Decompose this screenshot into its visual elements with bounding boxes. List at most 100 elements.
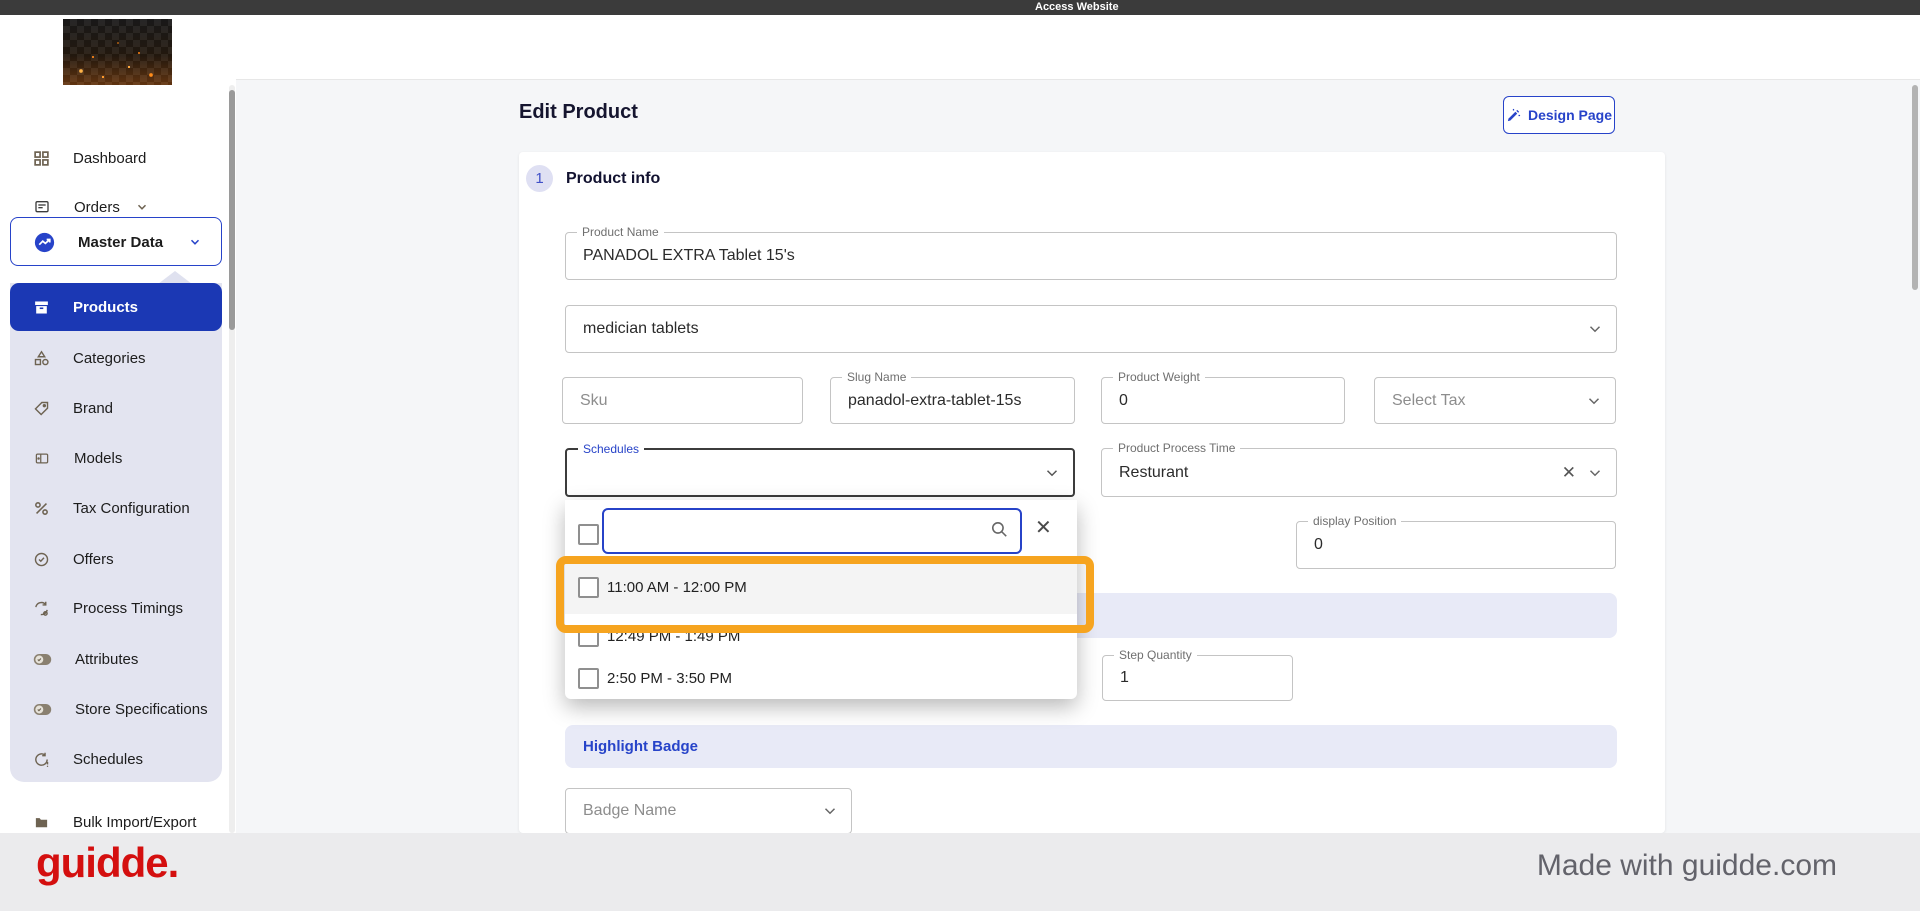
chevron-down-icon [1588,397,1600,404]
chevron-down-icon [1589,326,1601,333]
schedule-update-icon [35,752,49,767]
app-header [0,15,1920,80]
display-position-value: 0 [1314,536,1323,553]
design-page-label: Design Page [1527,107,1613,123]
chevron-down-icon [137,204,146,210]
product-weight-field[interactable]: Product Weight 0 [1101,370,1345,424]
sidebar-item-label: Brand [73,399,114,417]
models-icon [35,453,49,463]
process-time-value: Resturant [1119,463,1189,481]
step-title: Product info [566,170,661,187]
products-icon [35,300,48,314]
brand-tag-icon [34,401,49,416]
browser-topbar: Access Website [0,0,1920,15]
sku-field[interactable]: Sku [562,377,803,424]
badge-name-placeholder: Badge Name [583,802,677,819]
select-tax-placeholder: Select Tax [1392,391,1466,409]
display-position-field[interactable]: display Position 0 [1296,514,1616,569]
toggle-icon [33,703,52,715]
step-quantity-value: 1 [1120,669,1129,686]
offer-badge-icon [34,552,49,566]
sidebar-item-label: Dashboard [73,149,147,167]
percent-icon [35,501,48,515]
chevron-down-icon [1589,469,1601,476]
schedules-search-input[interactable] [602,508,1022,554]
sidebar-item-label: Master Data [78,233,164,251]
highlight-badge-section: Highlight Badge [565,725,1617,768]
schedules-dropdown[interactable]: Schedules [565,442,1075,497]
sidebar-item-process-timings[interactable]: Process Timings [0,588,236,628]
option-label: 2:50 PM - 3:50 PM [607,670,733,687]
product-weight-value: 0 [1119,391,1128,409]
highlight-badge-title: Highlight Badge [583,738,698,755]
sidebar-item-label: Products [73,298,139,316]
sidebar-item-label: Process Timings [73,599,184,617]
sidebar-item-master-data[interactable]: Master Data [10,217,222,266]
badge-name-dropdown[interactable]: Badge Name [565,788,852,834]
toggle-icon [33,653,52,665]
sidebar-item-products[interactable]: Products [10,283,222,331]
sidebar-item-offers[interactable]: Offers [0,539,236,579]
company-logo [63,19,172,85]
sidebar-item-tax-configuration[interactable]: Tax Configuration [0,488,236,528]
made-with-guidde-label: Made with guidde.com [1536,849,1837,882]
sidebar-item-label: Offers [73,550,114,568]
sidebar-item-schedules[interactable]: Schedules [0,739,236,779]
design-page-button[interactable]: Design Page [1503,96,1615,134]
category-select[interactable]: medician tablets [565,305,1617,353]
sidebar-item-dashboard[interactable]: Dashboard [0,138,236,178]
chevron-down-icon [191,239,200,245]
schedule-option-3[interactable]: 2:50 PM - 3:50 PM [565,658,1077,699]
sidebar-item-store-specifications[interactable]: Store Specifications [0,689,236,729]
close-search-icon[interactable]: ✕ [1035,515,1052,540]
display-position-label: display Position [1308,514,1402,528]
master-data-icon [34,232,55,252]
product-name-label: Product Name [577,225,664,239]
access-website-label[interactable]: Access Website [1035,1,1119,13]
chevron-down-icon [824,808,836,815]
design-wand-icon [1507,108,1521,121]
sidebar-item-label: Schedules [73,750,144,768]
schedules-label: Schedules [578,442,645,456]
sidebar-item-categories[interactable]: Categories [0,338,236,378]
guidde-logo: guidde. [36,839,179,886]
sidebar-item-brand[interactable]: Brand [0,388,236,428]
product-name-value: PANADOL EXTRA Tablet 15's [583,247,795,264]
slug-name-value: panadol-extra-tablet-15s [848,391,1022,409]
guidde-footer: guidde. Made with guidde.com [0,833,1920,911]
clear-icon[interactable]: ✕ [1562,463,1576,483]
sidebar-item-label: Models [74,449,123,467]
product-weight-label: Product Weight [1113,370,1205,384]
sidebar-scrollbar-thumb[interactable] [229,90,235,330]
search-icon [991,521,1007,537]
page-scrollbar-thumb[interactable] [1912,85,1918,290]
page-title: Edit Product [519,101,638,123]
categories-icon [34,349,49,365]
dashboard-icon [34,150,49,166]
sidebar-item-label: Categories [73,349,146,367]
product-name-field[interactable]: Product Name PANADOL EXTRA Tablet 15's [565,225,1617,280]
sku-placeholder: Sku [580,391,608,409]
option-checkbox[interactable] [578,668,599,689]
sidebar-item-label: Bulk Import/Export [73,813,197,831]
folder-icon [35,817,48,827]
product-process-time-dropdown[interactable]: Product Process Time Resturant ✕ [1101,441,1617,497]
slug-name-label: Slug Name [842,370,912,384]
sidebar-item-label: Store Specifications [75,700,208,718]
click-highlight-annotation [556,556,1094,633]
step-quantity-label: Step Quantity [1114,648,1197,662]
sidebar-item-label: Orders [74,198,120,216]
sidebar-item-models[interactable]: Models [0,438,236,478]
sidebar-item-attributes[interactable]: Attributes [0,639,236,679]
category-value: medician tablets [583,320,699,337]
sidebar-item-label: Tax Configuration [73,499,190,517]
select-all-checkbox[interactable] [578,524,599,545]
process-time-label: Product Process Time [1113,441,1241,455]
select-tax-dropdown[interactable]: Select Tax [1374,377,1616,424]
slug-name-field[interactable]: Slug Name panadol-extra-tablet-15s [830,370,1075,424]
orders-icon [35,201,49,213]
sidebar: Dashboard Orders Master Data Products Ca… [0,15,236,833]
step-number-badge: 1 [526,165,553,192]
step-quantity-field[interactable]: Step Quantity 1 [1102,648,1293,701]
process-sync-icon [35,601,48,616]
